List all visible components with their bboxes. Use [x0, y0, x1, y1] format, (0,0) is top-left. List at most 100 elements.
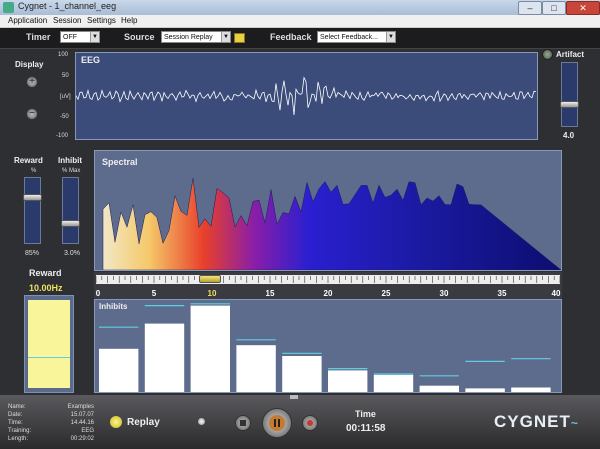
zoom-in-button[interactable]: + — [26, 76, 38, 88]
replay-indicator-icon — [110, 416, 122, 428]
frequency-tick-label: 5 — [152, 289, 157, 298]
display-label: Display — [15, 60, 44, 69]
reward-label: Reward — [29, 268, 62, 278]
reward-frequency: 10.00Hz — [29, 283, 63, 293]
reward-meter — [24, 295, 74, 393]
inhibits-bars — [99, 303, 551, 392]
reward-slider-unit: % — [31, 168, 37, 174]
record-icon — [307, 420, 313, 426]
inhibit-bar — [465, 388, 505, 392]
spectral-panel: Spectral — [94, 150, 562, 271]
session-info-value: 14.44.16 — [70, 420, 94, 426]
source-value: Session Replay — [164, 34, 213, 41]
eeg-tick-neg50: -50 — [60, 114, 69, 120]
maximize-button[interactable]: □ — [542, 1, 566, 15]
menu-session[interactable]: Session — [53, 16, 81, 25]
feedback-select[interactable]: Select Feedback... ▼ — [317, 31, 396, 43]
inhibit-bar — [373, 374, 414, 392]
eeg-tick-neg100: -100 — [56, 133, 69, 139]
inhibit-bar — [99, 348, 139, 392]
frequency-tick-label: 40 — [552, 289, 561, 298]
inhibit-slider-value: 3.0% — [64, 250, 80, 257]
reward-frequency-handle[interactable] — [199, 275, 221, 283]
feedback-label: Feedback — [270, 32, 312, 42]
folder-icon[interactable] — [234, 33, 245, 43]
menu-settings[interactable]: Settings — [87, 16, 116, 25]
session-info-value: 15.07.07 — [70, 412, 94, 418]
minus-icon: − — [29, 108, 35, 119]
feedback-value: Select Feedback... — [320, 34, 378, 41]
menu-help[interactable]: Help — [121, 16, 137, 25]
session-info-key: Time: — [8, 420, 23, 426]
reward-slider-value: 85% — [25, 250, 40, 257]
cygnet-logo: CYGNET~ — [494, 412, 579, 431]
session-info-key: Training: — [8, 428, 32, 434]
frequency-tick-label: 25 — [382, 289, 391, 298]
inhibits-panel: Inhibits — [94, 299, 562, 393]
spectral-label: Spectral — [102, 157, 138, 167]
eeg-unit: [uV] — [60, 94, 71, 100]
session-info-value: 00:29:02 — [70, 436, 94, 442]
window-title: Cygnet - 1_channel_eeg — [18, 1, 117, 11]
stop-button[interactable] — [235, 415, 251, 431]
splitter-handle[interactable] — [290, 395, 298, 399]
inhibit-bar — [144, 323, 185, 392]
eeg-tick-100: 100 — [58, 52, 69, 58]
inhibit-bar — [419, 385, 459, 392]
inhibit-bar — [190, 305, 230, 392]
artifact-slider[interactable] — [560, 62, 579, 127]
artifact-led-icon — [542, 49, 553, 60]
close-button[interactable]: ✕ — [566, 1, 600, 15]
pause-icon — [269, 415, 285, 431]
artifact-slider-handle[interactable] — [560, 101, 579, 108]
chevron-down-icon: ▼ — [90, 32, 99, 42]
frequency-ruler: 0 5 10 15 20 25 30 35 40 — [95, 275, 561, 298]
menu-application[interactable]: Application — [8, 16, 47, 25]
frequency-tick-label: 20 — [324, 289, 333, 298]
reward-slider-handle[interactable] — [23, 194, 42, 201]
stop-icon — [240, 420, 246, 426]
reward-threshold-line — [28, 357, 70, 358]
eeg-trace — [76, 76, 537, 116]
source-select[interactable]: Session Replay ▼ — [161, 31, 231, 43]
record-button[interactable] — [302, 415, 318, 431]
session-info-key: Length: — [8, 436, 29, 442]
pause-button[interactable] — [262, 408, 292, 438]
session-info-key: Name: — [8, 404, 26, 410]
eeg-tick-50: 50 — [62, 73, 69, 79]
session-info-value: Examples — [67, 404, 94, 410]
session-info-value: EEG — [81, 428, 94, 434]
inhibit-slider-label: Inhibit — [58, 156, 82, 165]
inhibit-bar — [511, 387, 551, 392]
reward-threshold-slider[interactable] — [23, 177, 42, 244]
frequency-tick-label: 0 — [96, 289, 101, 298]
frequency-tick-label: 30 — [440, 289, 449, 298]
minimize-button[interactable]: – — [518, 1, 542, 15]
artifact-value: 4.0 — [563, 131, 575, 140]
chevron-down-icon: ▼ — [221, 32, 230, 42]
reward-meter-fill — [28, 300, 70, 388]
zoom-out-button[interactable]: − — [26, 108, 38, 120]
eeg-waveform — [76, 76, 537, 116]
chevron-down-icon: ▼ — [386, 32, 395, 42]
toolbar: Timer OFF ▼ Source Session Replay ▼ Feed… — [0, 28, 600, 49]
frequency-axis: 0 5 10 15 20 25 30 35 40 — [94, 272, 562, 300]
spectral-surface — [102, 178, 561, 270]
frequency-tick-label: 15 — [266, 289, 275, 298]
app-icon — [3, 2, 14, 13]
session-info-key: Date: — [8, 412, 23, 418]
replay-label: Replay — [127, 417, 160, 428]
inhibit-bar — [328, 370, 368, 392]
timer-select[interactable]: OFF ▼ — [60, 31, 100, 43]
status-dot-icon — [198, 418, 205, 425]
timer-value: OFF — [63, 34, 77, 41]
title-bar: Cygnet - 1_channel_eeg – □ ✕ — [0, 0, 600, 15]
inhibit-bar — [236, 345, 276, 392]
time-label: Time — [355, 409, 376, 419]
plus-icon: + — [29, 76, 35, 87]
timer-label: Timer — [26, 32, 51, 42]
inhibit-slider-handle[interactable] — [61, 220, 80, 227]
inhibit-threshold-slider[interactable] — [61, 177, 80, 244]
artifact-label: Artifact — [556, 50, 585, 59]
brand-name: CYGNET — [494, 412, 571, 431]
